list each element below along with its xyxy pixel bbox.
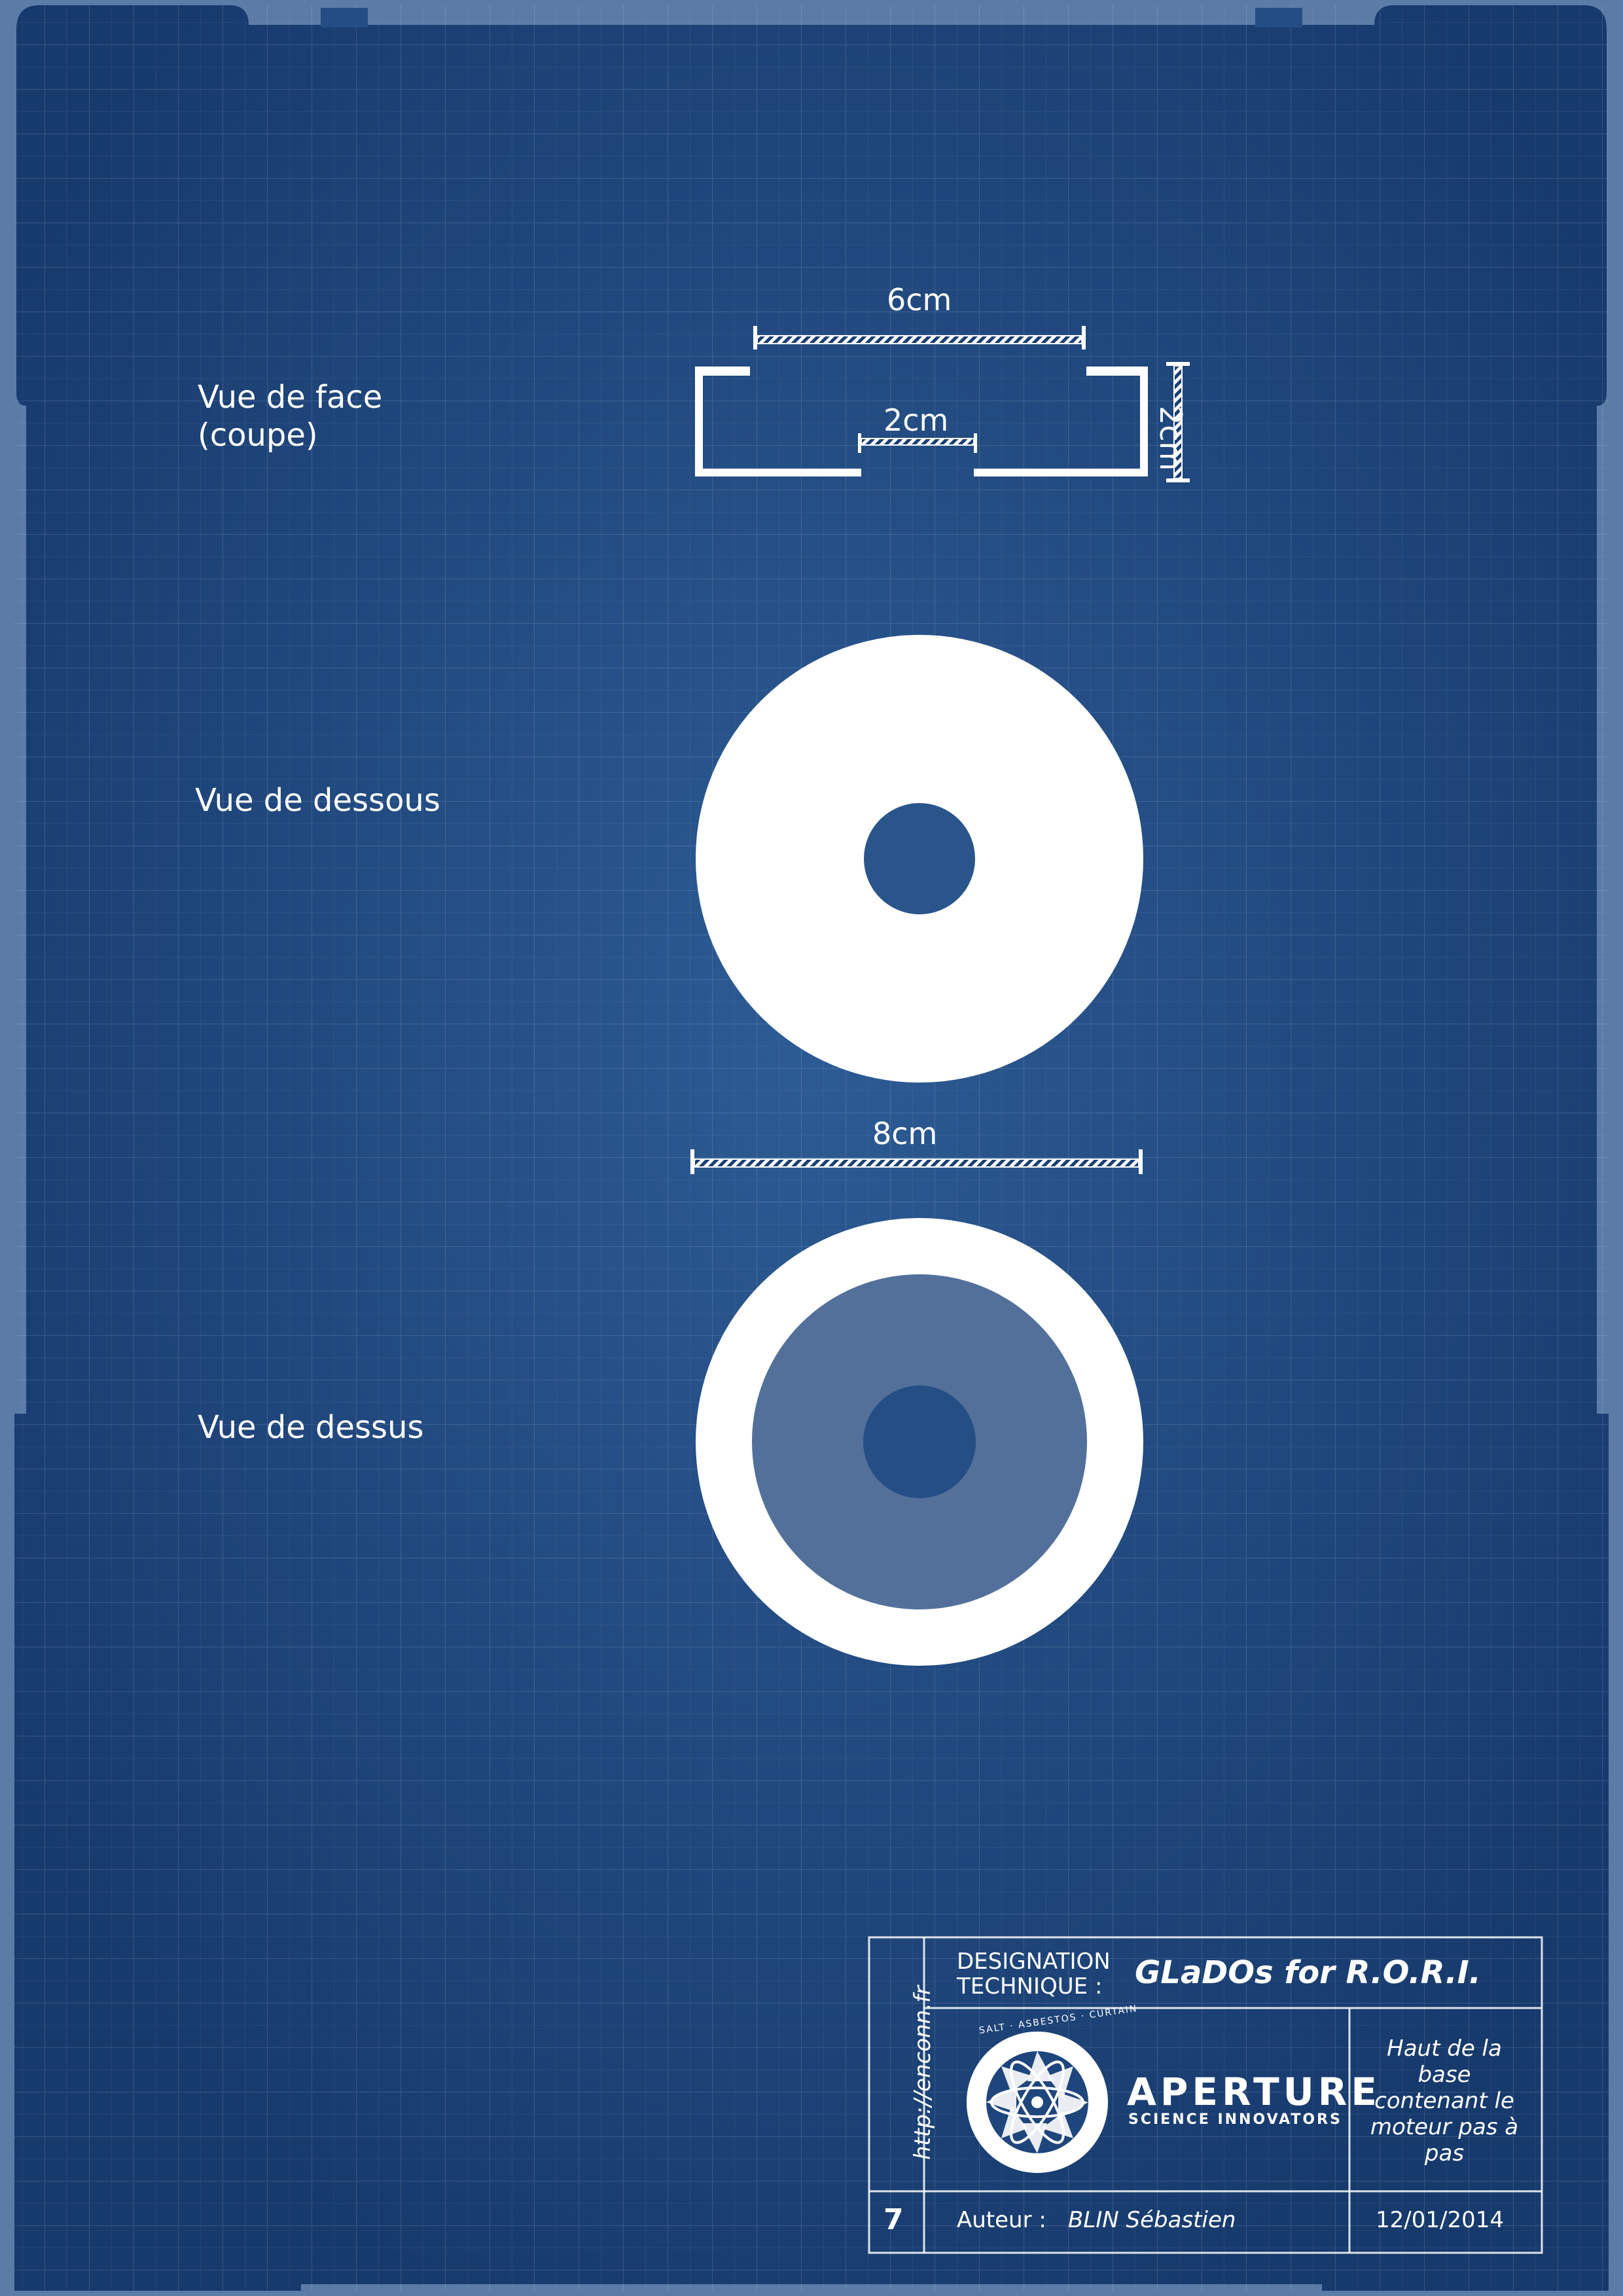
front-view-label-line2: (coupe) xyxy=(198,417,318,454)
title-block-url: http://enconn.fr xyxy=(910,1986,936,2160)
top-view-ring xyxy=(696,1218,1143,1666)
project-title: GLaDOs for R.O.R.I. xyxy=(1135,1954,1481,1991)
dimension-label-2cm-height: 2cm xyxy=(1153,406,1188,471)
bottom-view-disc xyxy=(696,635,1143,1083)
part-description-line: contenant le xyxy=(1374,2088,1514,2114)
dimension-label-2cm-gap: 2cm xyxy=(883,403,949,438)
dimension-label-8cm: 8cm xyxy=(872,1116,938,1151)
designation-label: DESIGNATION TECHNIQUE : xyxy=(957,1949,1111,1999)
designation-label-line2: TECHNIQUE : xyxy=(957,1973,1103,2000)
date: 12/01/2014 xyxy=(1376,2207,1504,2233)
blueprint-sheet xyxy=(0,0,1623,2296)
part-description-line: pas xyxy=(1424,2140,1465,2166)
part-description-line: base xyxy=(1418,2062,1471,2088)
top-tab-left xyxy=(321,8,368,27)
page-number: 7 xyxy=(883,2203,904,2236)
designation-label-line1: DESIGNATION xyxy=(957,1948,1111,1975)
aperture-logo-icon xyxy=(967,2032,1108,2173)
top-view-label: Vue de dessus xyxy=(198,1409,424,1446)
dimension-label-6cm: 6cm xyxy=(887,282,952,317)
author-label: Auteur : xyxy=(957,2207,1046,2233)
top-tab-right xyxy=(1255,8,1302,27)
bottom-view-label: Vue de dessous xyxy=(195,782,440,819)
logo-tagline: SCIENCE INNOVATORS xyxy=(1128,2111,1342,2128)
part-description-line: moteur pas à xyxy=(1370,2114,1519,2140)
front-view-label: Vue de face (coupe) xyxy=(198,378,382,454)
author-name: BLIN Sébastien xyxy=(1068,2207,1236,2233)
grid-major xyxy=(14,5,1609,2291)
part-description-line: Haut de la xyxy=(1387,2036,1502,2062)
logo-wordmark: APERTURE xyxy=(1127,2070,1382,2114)
part-description: Haut de la base contenant le moteur pas … xyxy=(1356,2036,1533,2166)
front-view-label-line1: Vue de face xyxy=(198,379,383,416)
